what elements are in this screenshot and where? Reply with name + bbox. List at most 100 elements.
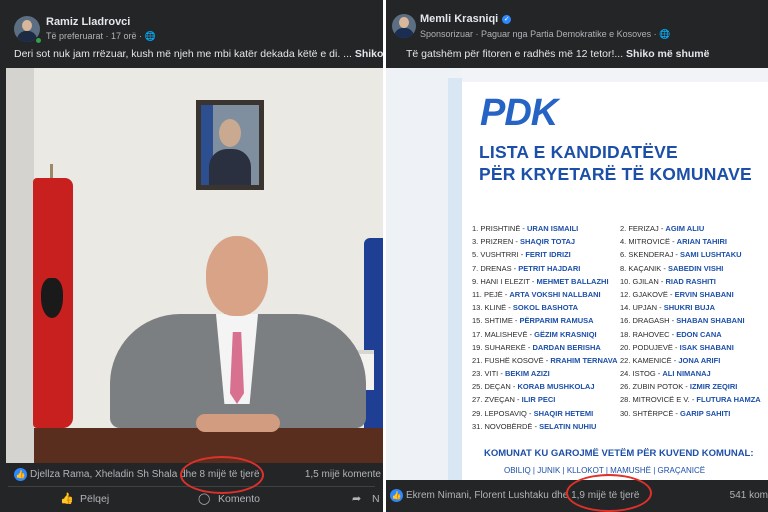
candidate-name: ERVIN SHABANI bbox=[674, 289, 734, 299]
candidate-municipality: 16. DRAGASH - bbox=[620, 316, 677, 326]
kosovo-flag bbox=[364, 238, 383, 448]
candidate-row: 20. PODUJEVË - ISAK SHABANI bbox=[620, 343, 768, 356]
candidate-municipality: 8. KAÇANIK - bbox=[620, 263, 668, 273]
candidate-name: ARIAN TAHIRI bbox=[676, 237, 727, 247]
candidate-row: 26. ZUBIN POTOK - IZMIR ZEQIRI bbox=[620, 382, 768, 395]
candidate-row: 19. SUHAREKË - DARDAN BERISHA bbox=[472, 343, 622, 356]
post-meta: Sponsorizuar · Paguar nga Partia Demokra… bbox=[420, 29, 671, 39]
candidate-name: AGIM ALIU bbox=[665, 224, 705, 233]
candidate-municipality: 21. FUSHË KOSOVË - bbox=[472, 355, 551, 365]
verified-badge-icon: ✓ bbox=[502, 15, 512, 24]
thumbs-up-icon: 👍 bbox=[60, 493, 74, 505]
candidate-municipality: 29. LEPOSAVIQ - bbox=[472, 408, 534, 418]
poster-panel: PDK LISTA E KANDIDATËVE PËR KRYETARË TË … bbox=[462, 82, 768, 480]
candidate-name: ISAK SHABANI bbox=[679, 342, 734, 352]
candidate-row: 18. RAHOVEC - EDON CANA bbox=[620, 330, 768, 343]
candidate-municipality: 19. SUHAREKË - bbox=[472, 342, 533, 352]
candidate-row: 17. MALISHEVË - GËZIM KRASNIQI bbox=[472, 330, 622, 343]
candidate-row: 21. FUSHË KOSOVË - RRAHIM TERNAVA bbox=[472, 356, 622, 369]
candidate-row: 31. NOVOBËRDË - SELATIN NUHIU bbox=[472, 422, 622, 435]
post-header: Ramiz Lladrovci Të preferuarat · 17 orë … bbox=[0, 0, 383, 44]
candidate-row: 7. DRENAS - PETRIT HAJDARI bbox=[472, 264, 622, 277]
candidate-name: PETRIT HAJDARI bbox=[518, 263, 581, 273]
candidate-name: IZMIR ZEQIRI bbox=[689, 382, 738, 392]
pdk-logo: PDK bbox=[480, 92, 558, 134]
left-post: Ramiz Lladrovci Të preferuarat · 17 orë … bbox=[0, 0, 383, 512]
candidate-municipality: 12. GJAKOVË - bbox=[620, 289, 675, 299]
candidate-name: RRAHIM TERNAVA bbox=[550, 355, 618, 365]
candidate-municipality: 20. PODUJEVË - bbox=[620, 342, 680, 352]
candidate-municipality: 31. NOVOBËRDË - bbox=[472, 421, 540, 431]
candidate-name: FERIT IDRIZI bbox=[525, 250, 571, 260]
candidate-row: 5. VUSHTRRI - FERIT IDRIZI bbox=[472, 250, 622, 263]
candidate-name: DARDAN BERISHA bbox=[532, 342, 601, 352]
campaign-poster[interactable]: PDK LISTA E KANDIDATËVE PËR KRYETARË TË … bbox=[386, 68, 768, 480]
comment-button[interactable]: ◯ Komento bbox=[198, 492, 260, 505]
right-post: Memli Krasniqi ✓ Sponsorizuar · Paguar ng… bbox=[386, 0, 768, 512]
candidate-row: 6. SKENDERAJ - SAMI LUSHTAKU bbox=[620, 250, 768, 263]
candidate-name: GARIP SAHITI bbox=[680, 408, 731, 418]
candidate-municipality: 14. UPJAN - bbox=[620, 303, 664, 313]
annotation-circle bbox=[180, 456, 264, 494]
candidate-municipality: 11. PEJË - bbox=[472, 289, 510, 299]
candidate-municipality: 13. KLINË - bbox=[472, 303, 513, 313]
candidate-row: 8. KAÇANIK - SABEDIN VISHI bbox=[620, 264, 768, 277]
candidate-municipality: 24. ISTOG - bbox=[620, 369, 663, 379]
candidate-municipality: 7. DRENAS - bbox=[472, 263, 519, 273]
post-header: Memli Krasniqi ✓ Sponsorizuar · Paguar ng… bbox=[386, 0, 768, 44]
candidate-name: SAMI LUSHTAKU bbox=[680, 250, 742, 260]
candidate-row: 15. SHTIME - PËRPARIM RAMUSA bbox=[472, 316, 622, 329]
caption-text: Deri sot nuk jam rrëzuar, kush më njeh m… bbox=[14, 48, 352, 60]
candidate-name: SABEDIN VISHI bbox=[667, 263, 724, 273]
albanian-flag bbox=[33, 178, 73, 428]
man-head bbox=[206, 236, 268, 316]
candidate-municipality: 22. KAMENICË - bbox=[620, 355, 679, 365]
see-more-link[interactable]: Shiko më shumë bbox=[355, 48, 383, 60]
candidate-municipality: 26. ZUBIN POTOK - bbox=[620, 382, 690, 392]
candidate-name: ILIR PECI bbox=[521, 395, 556, 405]
candidate-row: 4. MITROVICË - ARIAN TAHIRI bbox=[620, 237, 768, 250]
candidate-municipality: 27. ZVEÇAN - bbox=[472, 395, 522, 405]
author-name[interactable]: Ramiz Lladrovci bbox=[46, 16, 130, 28]
online-status-icon bbox=[35, 37, 42, 44]
candidate-municipality: 6. SKENDERAJ - bbox=[620, 250, 681, 260]
candidate-row: 13. KLINË - SOKOL BASHOTA bbox=[472, 303, 622, 316]
portrait-frame bbox=[196, 100, 264, 190]
candidate-name: KORAB MUSHKOLAJ bbox=[517, 382, 595, 392]
candidate-name: URAN ISMAILI bbox=[527, 224, 579, 233]
candidate-name: SHABAN SHABANI bbox=[676, 316, 745, 326]
candidate-row: 28. MITROVICË E V. - FLUTURA HAMZA bbox=[620, 395, 768, 408]
candidate-municipality: 10. GJILAN - bbox=[620, 276, 666, 286]
folded-hands bbox=[196, 414, 280, 432]
post-actions: 👍 Pëlqej ◯ Komento ➦ N bbox=[0, 489, 383, 511]
post-photo[interactable] bbox=[6, 68, 383, 463]
like-button[interactable]: 👍 Pëlqej bbox=[60, 492, 109, 505]
poster-title-line1: LISTA E KANDIDATËVE bbox=[479, 142, 678, 162]
candidate-row: 29. LEPOSAVIQ - SHAQIR HETEMI bbox=[472, 409, 622, 422]
candidate-row: 16. DRAGASH - SHABAN SHABANI bbox=[620, 316, 768, 329]
candidate-municipality: 28. MITROVICË E V. - bbox=[620, 395, 697, 405]
comments-count[interactable]: 541 kom bbox=[730, 490, 768, 501]
candidate-row: 11. PEJË - ARTA VOKSHI NALLBANI bbox=[472, 290, 622, 303]
candidate-name: ARTA VOKSHI NALLBANI bbox=[509, 289, 601, 299]
candidate-municipality: 9. HANI I ELEZIT - bbox=[472, 276, 537, 286]
avatar[interactable] bbox=[392, 14, 416, 38]
candidate-row: 22. KAMENICË - JONA ARIFI bbox=[620, 356, 768, 369]
candidate-name: SHAQIR TOTAJ bbox=[519, 237, 576, 247]
candidate-row: 3. PRIZREN - SHAQIR TOTAJ bbox=[472, 237, 622, 250]
candidate-name: RIAD RASHITI bbox=[665, 276, 716, 286]
candidate-name: SELATIN NUHIU bbox=[539, 421, 597, 431]
candidate-row: 30. SHTËRPCË - GARIP SAHITI bbox=[620, 409, 768, 422]
candidate-municipality: 2. FERIZAJ - bbox=[620, 224, 666, 233]
see-more-link[interactable]: Shiko më shumë bbox=[626, 48, 709, 60]
candidate-row: 2. FERIZAJ - AGIM ALIU bbox=[620, 224, 768, 237]
candidate-municipality: 3. PRIZREN - bbox=[472, 237, 520, 247]
candidate-name: SHUKRI BUJA bbox=[663, 303, 716, 313]
candidate-name: BEKIM AZIZI bbox=[504, 369, 550, 379]
author-name[interactable]: Memli Krasniqi ✓ bbox=[420, 13, 512, 25]
post-caption: Të gatshëm për fitoren e radhës më 12 te… bbox=[406, 48, 710, 60]
comments-count[interactable]: 1,5 mijë komente bbox=[305, 469, 381, 480]
candidate-municipality: 23. VITI - bbox=[472, 369, 505, 379]
candidate-municipality: 15. SHTIME - bbox=[472, 316, 520, 326]
share-button[interactable]: ➦ N bbox=[352, 492, 380, 505]
